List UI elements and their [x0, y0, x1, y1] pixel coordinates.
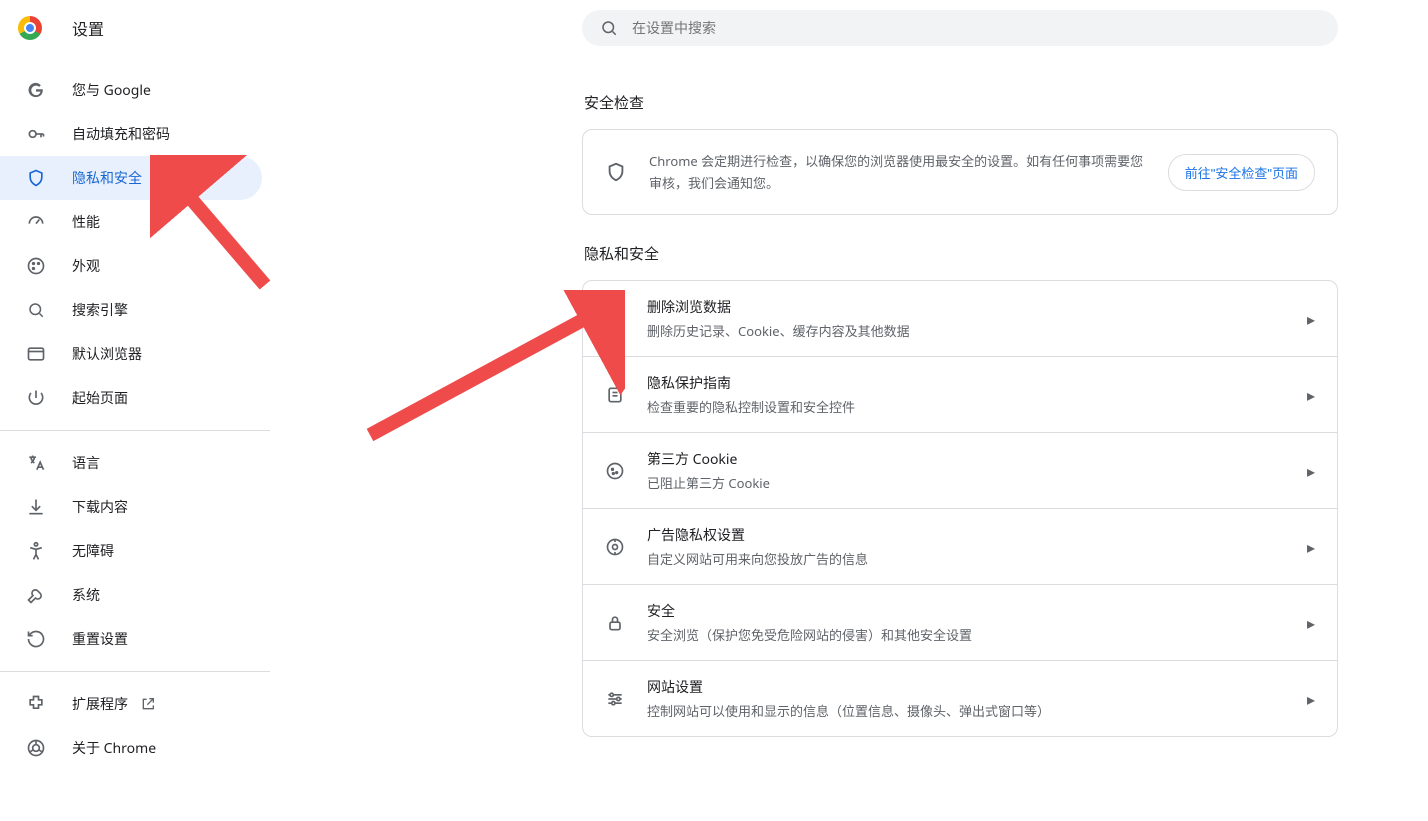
safety-check-cta-button[interactable]: 前往"安全检查"页面	[1168, 154, 1315, 191]
section-title-safety: 安全检查	[584, 92, 1338, 113]
sidebar: 您与 Google 自动填充和密码 隐私和安全 性能 外观 搜索引擎	[0, 56, 270, 770]
shield-icon	[605, 161, 627, 183]
sidebar-item-privacy[interactable]: 隐私和安全	[0, 156, 262, 200]
sidebar-item-default-browser[interactable]: 默认浏览器	[0, 332, 262, 376]
lock-icon	[605, 613, 625, 633]
sidebar-item-extensions[interactable]: 扩展程序	[0, 682, 262, 726]
open-in-new-icon	[140, 696, 156, 712]
row-sub: 自定义网站可用来向您投放广告的信息	[647, 549, 1307, 568]
translate-icon	[26, 453, 46, 473]
chevron-right-icon: ▸	[1307, 536, 1315, 558]
chrome-outline-icon	[26, 738, 46, 758]
tune-icon	[605, 689, 625, 709]
chevron-right-icon: ▸	[1307, 612, 1315, 634]
palette-icon	[26, 256, 46, 276]
section-title-privacy: 隐私和安全	[584, 243, 1338, 264]
sidebar-item-you-google[interactable]: 您与 Google	[0, 68, 262, 112]
sidebar-item-label: 隐私和安全	[72, 168, 142, 188]
cookie-icon	[605, 461, 625, 481]
sidebar-item-label: 自动填充和密码	[72, 124, 170, 144]
search-icon	[26, 300, 46, 320]
search-input[interactable]	[630, 19, 1320, 37]
trash-icon	[605, 309, 625, 329]
row-third-party-cookies[interactable]: 第三方 Cookie 已阻止第三方 Cookie ▸	[583, 432, 1337, 508]
sidebar-separator	[0, 671, 270, 672]
row-privacy-guide[interactable]: 隐私保护指南 检查重要的隐私控制设置和安全控件 ▸	[583, 356, 1337, 432]
sidebar-item-autofill[interactable]: 自动填充和密码	[0, 112, 262, 156]
sidebar-item-downloads[interactable]: 下载内容	[0, 485, 262, 529]
sidebar-item-label: 下载内容	[72, 497, 128, 517]
row-clear-browsing-data[interactable]: 删除浏览数据 删除历史记录、Cookie、缓存内容及其他数据 ▸	[583, 281, 1337, 356]
sidebar-item-label: 无障碍	[72, 541, 114, 561]
sidebar-item-accessibility[interactable]: 无障碍	[0, 529, 262, 573]
power-icon	[26, 388, 46, 408]
row-sub: 检查重要的隐私控制设置和安全控件	[647, 397, 1307, 416]
extension-icon	[26, 694, 46, 714]
wrench-icon	[26, 585, 46, 605]
chevron-right-icon: ▸	[1307, 460, 1315, 482]
key-icon	[26, 124, 46, 144]
reset-icon	[26, 629, 46, 649]
shield-icon	[26, 168, 46, 188]
sidebar-item-label: 外观	[72, 256, 100, 276]
app-title: 设置	[72, 16, 104, 40]
search-icon	[600, 19, 618, 37]
sidebar-item-language[interactable]: 语言	[0, 441, 262, 485]
row-ads-privacy[interactable]: 广告隐私权设置 自定义网站可用来向您投放广告的信息 ▸	[583, 508, 1337, 584]
privacy-list: 删除浏览数据 删除历史记录、Cookie、缓存内容及其他数据 ▸ 隐私保护指南 …	[582, 280, 1338, 737]
download-icon	[26, 497, 46, 517]
sidebar-item-system[interactable]: 系统	[0, 573, 262, 617]
sidebar-item-label: 语言	[72, 453, 100, 473]
ads-icon	[605, 537, 625, 557]
safety-check-text: Chrome 会定期进行检查，以确保您的浏览器使用最安全的设置。如有任何事项需要…	[649, 150, 1146, 194]
row-title: 隐私保护指南	[647, 373, 1307, 393]
row-sub: 控制网站可以使用和显示的信息（位置信息、摄像头、弹出式窗口等）	[647, 701, 1307, 720]
sidebar-item-label: 您与 Google	[72, 80, 151, 100]
chevron-right-icon: ▸	[1307, 688, 1315, 710]
row-site-settings[interactable]: 网站设置 控制网站可以使用和显示的信息（位置信息、摄像头、弹出式窗口等） ▸	[583, 660, 1337, 736]
row-title: 删除浏览数据	[647, 297, 1307, 317]
sidebar-item-about[interactable]: 关于 Chrome	[0, 726, 262, 770]
chevron-right-icon: ▸	[1307, 308, 1315, 330]
row-sub: 安全浏览（保护您免受危险网站的侵害）和其他安全设置	[647, 625, 1307, 644]
settings-search[interactable]	[582, 10, 1338, 46]
safety-check-card: Chrome 会定期进行检查，以确保您的浏览器使用最安全的设置。如有任何事项需要…	[582, 129, 1338, 215]
sidebar-item-label: 扩展程序	[72, 694, 128, 714]
sidebar-item-label: 关于 Chrome	[72, 738, 156, 758]
chevron-right-icon: ▸	[1307, 384, 1315, 406]
accessibility-icon	[26, 541, 46, 561]
row-security[interactable]: 安全 安全浏览（保护您免受危险网站的侵害）和其他安全设置 ▸	[583, 584, 1337, 660]
sidebar-item-label: 性能	[72, 212, 100, 232]
row-title: 安全	[647, 601, 1307, 621]
google-g-icon	[26, 80, 46, 100]
row-title: 网站设置	[647, 677, 1307, 697]
sidebar-item-reset[interactable]: 重置设置	[0, 617, 262, 661]
guide-icon	[605, 385, 625, 405]
chrome-logo-icon	[18, 16, 42, 40]
browser-icon	[26, 344, 46, 364]
sidebar-item-performance[interactable]: 性能	[0, 200, 262, 244]
sidebar-item-appearance[interactable]: 外观	[0, 244, 262, 288]
sidebar-item-label: 起始页面	[72, 388, 128, 408]
row-title: 第三方 Cookie	[647, 449, 1307, 469]
sidebar-item-label: 重置设置	[72, 629, 128, 649]
sidebar-item-startup[interactable]: 起始页面	[0, 376, 262, 420]
sidebar-item-label: 默认浏览器	[72, 344, 142, 364]
sidebar-item-label: 系统	[72, 585, 100, 605]
sidebar-separator	[0, 430, 270, 431]
row-title: 广告隐私权设置	[647, 525, 1307, 545]
speedometer-icon	[26, 212, 46, 232]
sidebar-item-search[interactable]: 搜索引擎	[0, 288, 262, 332]
main-content: 安全检查 Chrome 会定期进行检查，以确保您的浏览器使用最安全的设置。如有任…	[582, 80, 1338, 737]
sidebar-item-label: 搜索引擎	[72, 300, 128, 320]
row-sub: 删除历史记录、Cookie、缓存内容及其他数据	[647, 321, 1307, 340]
row-sub: 已阻止第三方 Cookie	[647, 473, 1307, 492]
